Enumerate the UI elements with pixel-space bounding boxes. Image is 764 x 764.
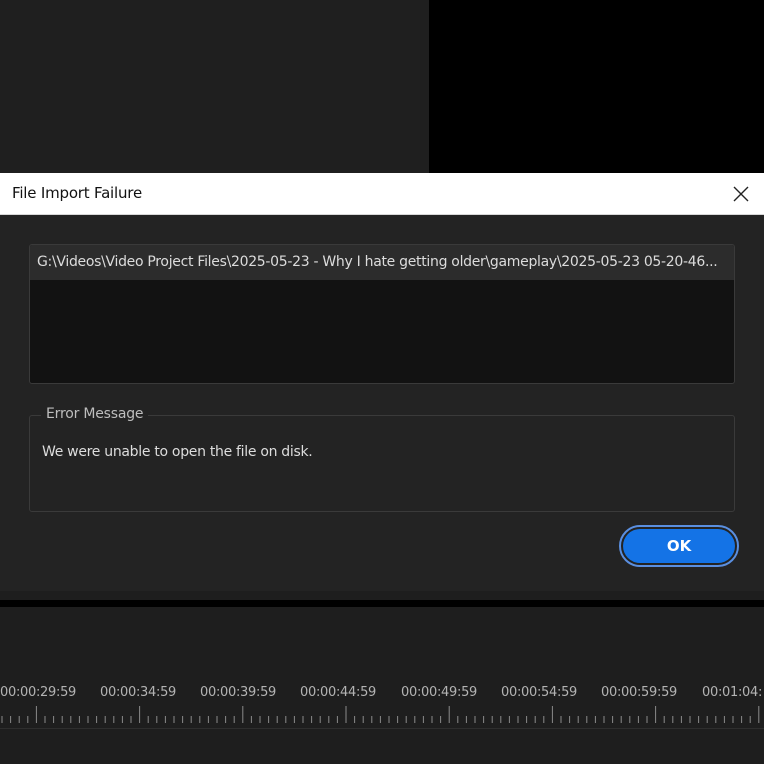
panel-divider [0, 600, 764, 607]
timecode-label: 00:00:54:59 [501, 685, 578, 700]
source-panel-background [0, 0, 429, 173]
timecode-label: 00:00:29:59 [0, 685, 77, 700]
timecode-label: 00:00:34:59 [100, 685, 177, 700]
dialog-titlebar: File Import Failure [0, 173, 764, 215]
timecode-label: 00:01:04: [702, 685, 763, 700]
timecode-label: 00:00:44:59 [300, 685, 377, 700]
failed-file-row[interactable]: G:\Videos\Video Project Files\2025-05-23… [30, 245, 734, 280]
program-monitor-viewer [429, 0, 764, 173]
ok-button-label: OK [623, 529, 735, 563]
error-message-text: We were unable to open the file on disk. [42, 444, 313, 460]
error-message-group: Error Message We were unable to open the… [29, 406, 735, 512]
ok-button[interactable]: OK [619, 525, 739, 567]
timeline-panel: 00:00:29:59 00:00:34:59 00:00:39:59 00:0… [0, 607, 764, 764]
timecode-label: 00:00:39:59 [200, 685, 277, 700]
dialog-body: G:\Videos\Video Project Files\2025-05-23… [0, 215, 764, 591]
timecode-label: 00:00:59:59 [601, 685, 678, 700]
error-message-legend: Error Message [41, 406, 149, 422]
time-ruler[interactable] [0, 706, 764, 724]
ruler-baseline [0, 728, 764, 729]
file-import-failure-dialog: File Import Failure G:\Videos\Video Proj… [0, 173, 764, 593]
failed-files-list[interactable]: G:\Videos\Video Project Files\2025-05-23… [29, 244, 735, 384]
timeline-timecodes: 00:00:29:59 00:00:34:59 00:00:39:59 00:0… [0, 685, 764, 705]
close-icon [733, 186, 749, 201]
timecode-label: 00:00:49:59 [401, 685, 478, 700]
dialog-title: File Import Failure [12, 184, 142, 202]
close-button[interactable] [718, 173, 764, 214]
